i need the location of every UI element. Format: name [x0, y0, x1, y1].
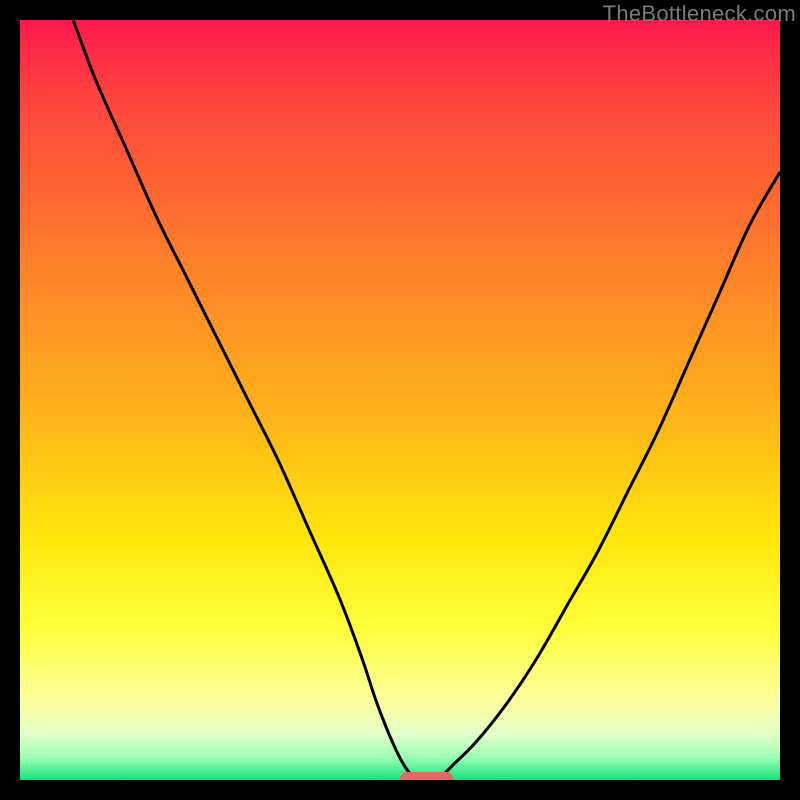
optimal-marker [400, 772, 453, 780]
gradient-background [20, 20, 780, 780]
watermark-text: TheBottleneck.com [603, 1, 796, 27]
chart-frame: TheBottleneck.com [0, 0, 800, 800]
plot-area [20, 20, 780, 780]
